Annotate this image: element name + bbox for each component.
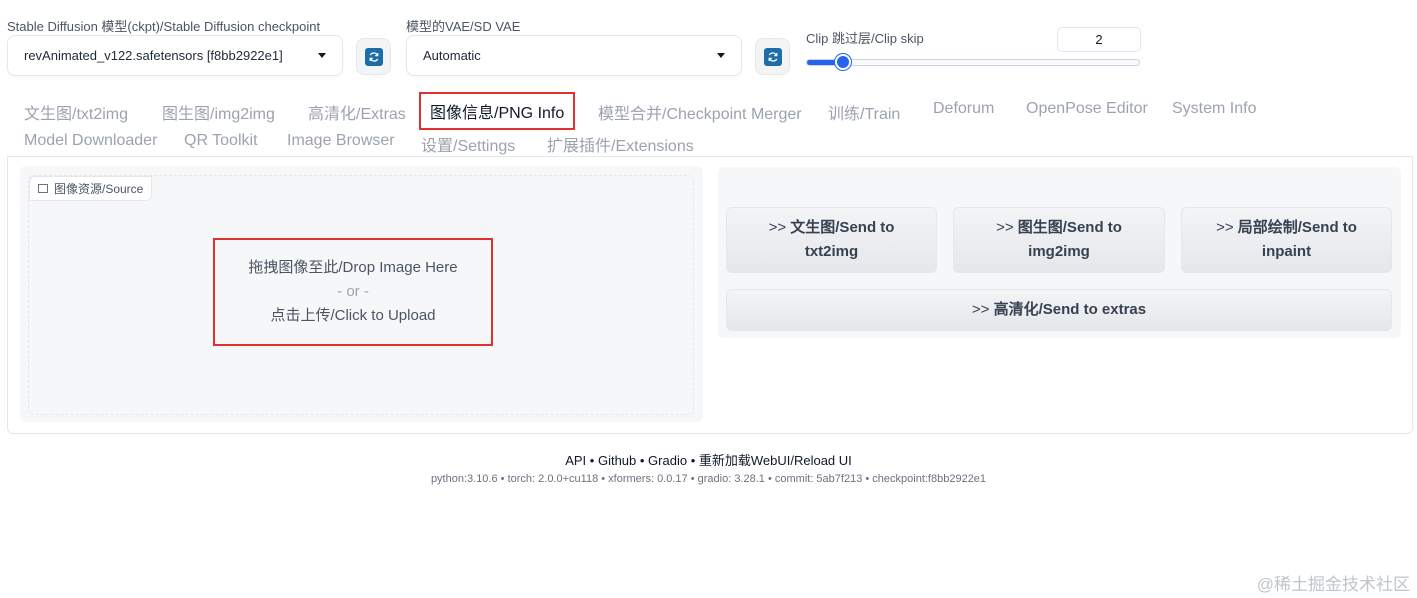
refresh-icon [364,47,383,66]
vae-label: 模型的VAE/SD VAE [406,19,521,34]
gradio-link[interactable]: Gradio [648,453,687,468]
btn-prefix: >> [768,219,791,236]
btn-bold: 文生图 [790,219,836,236]
chevron-down-icon [318,53,326,58]
separator: • [862,473,873,485]
separator: • [687,453,699,468]
clip-skip-label: Clip 跳过层/Clip skip [806,31,924,46]
separator: • [636,453,649,468]
btn-rest: /Send to [835,219,895,236]
tab-txt2img[interactable]: 文生图/txt2img [24,100,128,124]
btn-prefix: >> [996,219,1018,236]
btn-rest: /Send to extras [1038,301,1147,318]
chevron-down-icon [717,53,725,58]
refresh-icon [763,47,782,66]
drop-text: 拖拽图像至此/Drop Image Here [248,259,458,276]
vae-value: Automatic [423,48,481,63]
tab-qr-toolkit[interactable]: QR Toolkit [184,132,258,150]
btn-rest: /Send to [1062,219,1122,236]
clip-skip-slider[interactable] [806,59,1140,66]
separator: • [598,473,609,485]
btn-prefix: >> [1216,219,1238,236]
or-text: - or - [337,283,369,300]
separator: • [764,473,775,485]
btn-bold: 局部绘制 [1237,219,1298,236]
watermark: @稀土掘金技术社区 [1256,575,1410,594]
tab-extensions[interactable]: 扩展插件/Extensions [547,132,694,156]
image-icon [38,184,48,193]
python-version: python:3.10.6 [430,473,498,485]
checkpoint-value: revAnimated_v122.safetensors [f8bb2922e1… [24,48,283,63]
tab-extras[interactable]: 高清化/Extras [308,100,406,124]
source-label: 图像资源/Source [29,176,153,201]
tab-img2img[interactable]: 图生图/img2img [162,100,275,124]
github-link[interactable]: Github [598,453,636,468]
btn-line2: img2img [1028,243,1090,260]
refresh-checkpoint-button[interactable] [356,38,391,75]
tab-checkpoint-merger[interactable]: 模型合并/Checkpoint Merger [598,100,802,124]
btn-line2: txt2img [804,243,859,260]
checkpoint-label: Stable Diffusion 模型(ckpt)/Stable Diffusi… [7,19,321,34]
vae-dropdown[interactable]: Automatic [406,35,742,76]
btn-line2: inpaint [1261,243,1312,260]
torch-version: torch: 2.0.0+cu118 [507,473,599,485]
send-to-inpaint-button[interactable]: >> 局部绘制/Send to inpaint [1181,207,1392,273]
btn-bold: 高清化 [993,301,1039,318]
send-to-extras-button[interactable]: >> 高清化/Send to extras [726,289,1392,331]
btn-prefix: >> [971,301,994,318]
refresh-vae-button[interactable] [755,38,790,75]
tab-image-browser[interactable]: Image Browser [287,132,395,150]
reload-ui-link[interactable]: 重新加载WebUI/Reload UI [699,453,852,468]
separator: • [687,473,698,485]
source-label-text: 图像资源/Source [54,182,144,196]
checkpoint-hash: checkpoint:f8bb2922e1 [872,473,987,485]
footer-links: API • Github • Gradio • 重新加载WebUI/Reload… [0,450,1417,469]
slider-thumb[interactable] [834,54,851,70]
checkpoint-dropdown[interactable]: revAnimated_v122.safetensors [f8bb2922e1… [7,35,343,76]
api-link[interactable]: API [565,453,586,468]
commit-hash: commit: 5ab7f213 [774,473,863,485]
tab-openpose-editor[interactable]: OpenPose Editor [1026,100,1148,118]
send-to-img2img-button[interactable]: >> 图生图/Send to img2img [953,207,1165,273]
version-info: python:3.10.6 • torch: 2.0.0+cu118 • xfo… [0,473,1417,485]
clip-skip-input[interactable]: 2 [1057,27,1141,52]
btn-rest: /Send to [1297,219,1357,236]
separator: • [586,453,598,468]
gradio-version: gradio: 3.28.1 [697,473,765,485]
tab-model-downloader[interactable]: Model Downloader [24,132,157,150]
tab-system-info[interactable]: System Info [1172,100,1256,118]
tab-deforum[interactable]: Deforum [933,100,994,118]
drop-zone[interactable]: 拖拽图像至此/Drop Image Here - or - 点击上传/Click… [213,238,493,346]
upload-text: 点击上传/Click to Upload [270,307,436,324]
separator: • [497,473,508,485]
xformers-version: xformers: 0.0.17 [608,473,688,485]
tab-png-info[interactable]: 图像信息/PNG Info [419,92,576,130]
tab-settings[interactable]: 设置/Settings [421,132,515,156]
tab-train[interactable]: 训练/Train [828,100,900,124]
send-to-txt2img-button[interactable]: >> 文生图/Send to txt2img [726,207,937,273]
btn-bold: 图生图 [1017,219,1063,236]
